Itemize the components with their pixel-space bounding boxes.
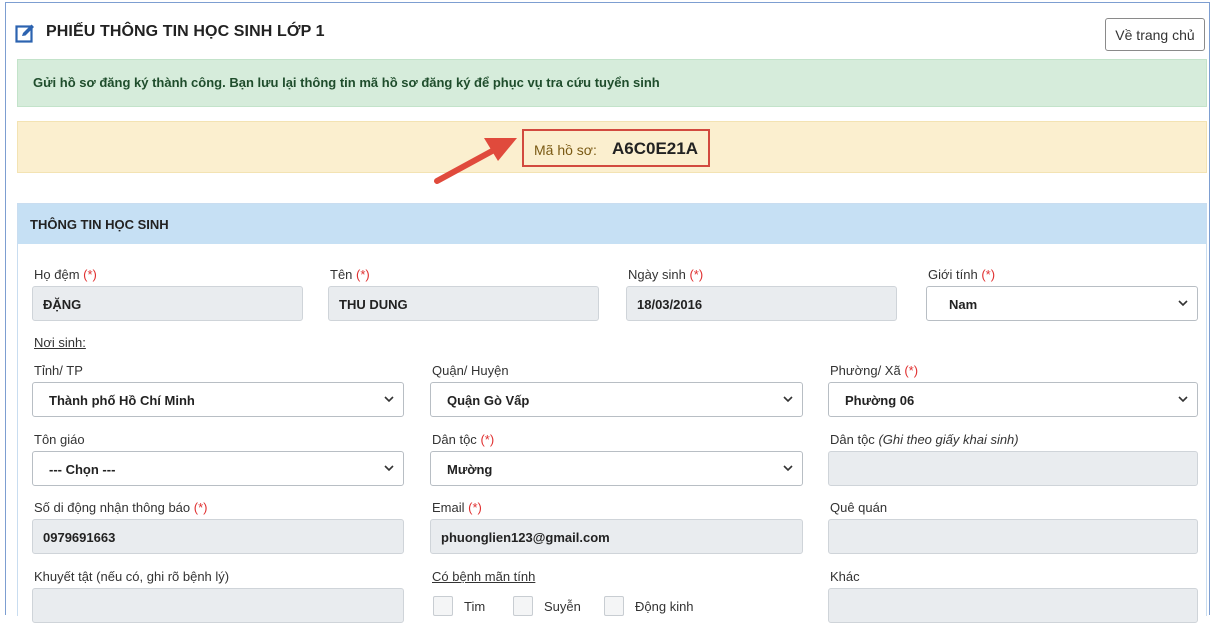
chevron-down-icon (1178, 396, 1188, 403)
page-title: PHIẾU THÔNG TIN HỌC SINH LỚP 1 (46, 23, 325, 40)
chevron-down-icon (384, 396, 394, 403)
chronic-disease-label: Có bệnh mãn tính (432, 569, 536, 584)
other-field[interactable] (828, 588, 1198, 623)
chevron-down-icon (783, 396, 793, 403)
email-field[interactable]: phuonglien123@gmail.com (430, 519, 803, 554)
checkbox-asthma-label: Suyễn (544, 599, 581, 614)
hometown-field[interactable] (828, 519, 1198, 554)
section-title: THÔNG TIN HỌC SINH (30, 217, 169, 232)
birthplace-label: Nơi sinh: (34, 335, 86, 350)
ethnicity-label: Dân tộc (*) (432, 432, 495, 447)
checkbox-epilepsy[interactable] (604, 596, 624, 616)
checkbox-epilepsy-label: Động kinh (635, 599, 694, 614)
birth-date-label: Ngày sinh (*) (628, 267, 704, 282)
hometown-label: Quê quán (830, 500, 888, 515)
application-code-label: Mã hồ sơ: (534, 142, 597, 158)
phone-field[interactable]: 0979691663 (32, 519, 404, 554)
application-code-value: A6C0E21A (612, 139, 698, 158)
religion-label: Tôn giáo (34, 432, 85, 447)
section-header: THÔNG TIN HỌC SINH (18, 204, 1206, 244)
ethnicity-select[interactable]: Mường (430, 451, 803, 486)
ethnicity-birth-cert-field[interactable] (828, 451, 1198, 486)
province-select[interactable]: Thành phố Hồ Chí Minh (32, 382, 404, 417)
checkbox-asthma[interactable] (513, 596, 533, 616)
home-button[interactable]: Về trang chủ (1105, 18, 1205, 51)
last-name-field[interactable]: ĐẶNG (32, 286, 303, 321)
first-name-field[interactable]: THU DUNG (328, 286, 599, 321)
district-select[interactable]: Quận Gò Vấp (430, 382, 803, 417)
email-label: Email (*) (432, 500, 482, 515)
gender-label: Giới tính (*) (928, 267, 996, 282)
district-label: Quận/ Huyện (432, 363, 509, 378)
ward-label: Phường/ Xã (*) (830, 363, 919, 378)
last-name-label: Họ đệm (*) (34, 267, 97, 282)
province-label: Tỉnh/ TP (34, 363, 83, 378)
success-message: Gửi hồ sơ đăng ký thành công. Bạn lưu lạ… (33, 75, 660, 90)
ethnicity-birth-cert-label: Dân tộc (Ghi theo giấy khai sinh) (830, 432, 1019, 447)
disability-label: Khuyết tật (nếu có, ghi rõ bệnh lý) (34, 569, 230, 584)
chevron-down-icon (783, 465, 793, 472)
checkbox-heart[interactable] (433, 596, 453, 616)
success-alert: Gửi hồ sơ đăng ký thành công. Bạn lưu lạ… (17, 59, 1207, 107)
student-info-section: THÔNG TIN HỌC SINH Họ đệm (*) ĐẶNG Tên (… (17, 203, 1207, 623)
religion-select[interactable]: --- Chọn --- (32, 451, 404, 486)
first-name-label: Tên (*) (330, 267, 370, 282)
chevron-down-icon (384, 465, 394, 472)
chevron-down-icon (1178, 300, 1188, 307)
disability-field[interactable] (32, 588, 404, 623)
page-header: PHIẾU THÔNG TIN HỌC SINH LỚP 1 Về trang … (6, 3, 1209, 53)
application-code-alert: Mã hồ sơ: A6C0E21A (17, 121, 1207, 173)
other-label: Khác (830, 569, 860, 584)
checkbox-heart-label: Tim (464, 599, 486, 614)
ward-select[interactable]: Phường 06 (828, 382, 1198, 417)
phone-label: Số di động nhận thông báo (*) (34, 500, 208, 515)
application-code-box: Mã hồ sơ: A6C0E21A (522, 129, 710, 167)
gender-select[interactable]: Nam (926, 286, 1198, 321)
edit-square-icon (15, 24, 34, 43)
birth-date-field[interactable]: 18/03/2016 (626, 286, 897, 321)
registration-form-page: PHIẾU THÔNG TIN HỌC SINH LỚP 1 Về trang … (5, 2, 1210, 623)
